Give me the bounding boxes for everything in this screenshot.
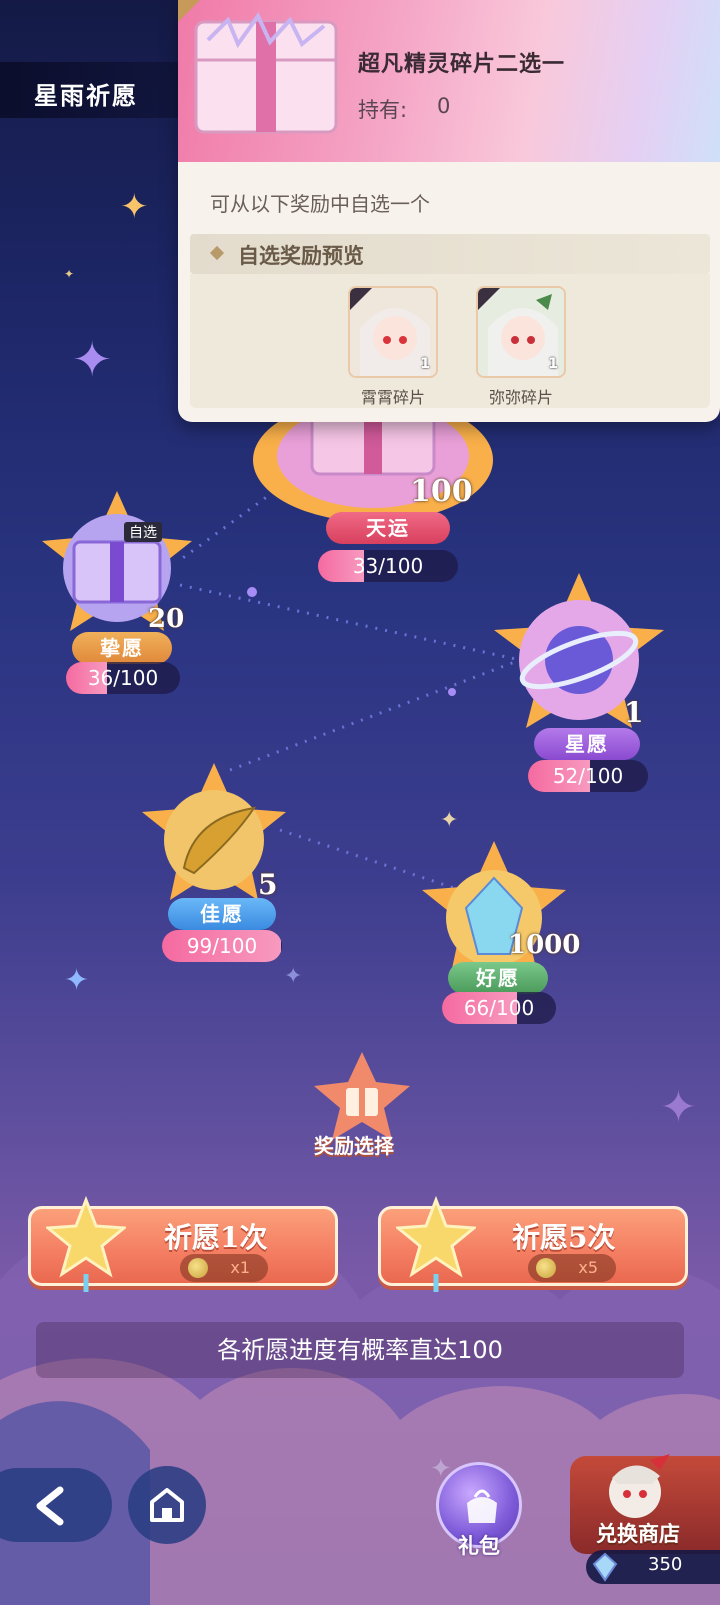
gift-icon: [314, 1052, 410, 1140]
home-button[interactable]: [128, 1466, 206, 1544]
exchange-shop-label: 兑换商店: [596, 1522, 680, 1546]
node-name-tag: 星愿: [534, 728, 640, 760]
owned-value: 0: [437, 94, 451, 118]
owned-label: 持有:: [358, 98, 408, 122]
gift-pack-label: 礼包: [458, 1534, 500, 1558]
wish-five-label: 祈愿5次: [512, 1221, 616, 1254]
popup-header: 超凡精灵碎片二选一 持有: 0: [178, 0, 720, 162]
node-name-tag: 挚愿: [72, 632, 172, 664]
progress-text: 33/100: [352, 554, 424, 578]
wand-star-icon: [46, 1196, 126, 1292]
gift-bag-icon: [467, 1489, 497, 1523]
reward-count: 1: [420, 356, 430, 372]
progress-bar: 99/100: [162, 930, 282, 962]
item-name: 超凡精灵碎片二选一: [358, 52, 566, 77]
reward-card[interactable]: 1: [476, 286, 566, 378]
cost-text: x1: [230, 1258, 250, 1277]
progress-text: 36/100: [87, 666, 159, 690]
progress-text: 66/100: [463, 996, 535, 1020]
wish-once-cost: x1: [180, 1254, 268, 1282]
reward-select-label: 奖励选择: [314, 1134, 394, 1158]
node-count: 100: [410, 474, 473, 509]
node-count: 5: [258, 868, 278, 901]
back-button[interactable]: [0, 1468, 112, 1542]
coin-icon: [188, 1258, 208, 1278]
probability-hint: 各祈愿进度有概率直达100: [36, 1322, 684, 1378]
progress-bar: 33/100: [318, 550, 458, 582]
reward-label: 霄霄碎片: [360, 388, 425, 407]
self-select-badge: 自选: [124, 522, 162, 542]
reward-card[interactable]: 1: [348, 286, 438, 378]
reward-label: 弥弥碎片: [488, 388, 553, 407]
preview-header: 自选奖励预览: [190, 234, 710, 274]
node-name-tag: 佳愿: [168, 898, 276, 930]
currency-amount: 350: [648, 1554, 683, 1575]
chevron-left-icon: [36, 1486, 64, 1526]
orb-icon: [494, 573, 664, 728]
node-name-tag: 天运: [326, 512, 450, 544]
item-description: 可从以下奖励中自选一个: [210, 192, 430, 216]
crystal-currency-icon: [592, 1552, 618, 1582]
diamond-icon: [209, 245, 225, 261]
progress-bar: 36/100: [66, 662, 180, 694]
node-count: 1: [624, 696, 644, 729]
node-count: 20: [148, 604, 185, 634]
wish-five-cost: x5: [528, 1254, 616, 1282]
page-title: 星雨祈愿: [34, 82, 138, 110]
wand-star-icon: [396, 1196, 476, 1292]
progress-text: 99/100: [186, 934, 258, 958]
progress-bar: 66/100: [442, 992, 556, 1024]
gift-box-icon: [178, 0, 338, 134]
cost-text: x5: [578, 1258, 598, 1277]
mascot-icon: [609, 1454, 670, 1518]
preview-area: [190, 274, 710, 408]
progress-text: 52/100: [552, 764, 624, 788]
item-detail-popup: 超凡精灵碎片二选一 持有: 0 可从以下奖励中自选一个 自选奖励预览 1 霄霄碎…: [178, 0, 720, 422]
node-xingyuan[interactable]: [484, 568, 674, 738]
progress-bar: 52/100: [528, 760, 648, 792]
reward-count: 1: [548, 356, 558, 372]
home-icon: [150, 1488, 184, 1522]
wish-once-label: 祈愿1次: [164, 1221, 268, 1254]
reward-select-button[interactable]: 奖励选择: [310, 1050, 414, 1158]
coin-icon: [536, 1258, 556, 1278]
node-count: 1000: [508, 930, 581, 960]
node-name-tag: 好愿: [448, 962, 548, 994]
preview-title: 自选奖励预览: [238, 244, 364, 268]
